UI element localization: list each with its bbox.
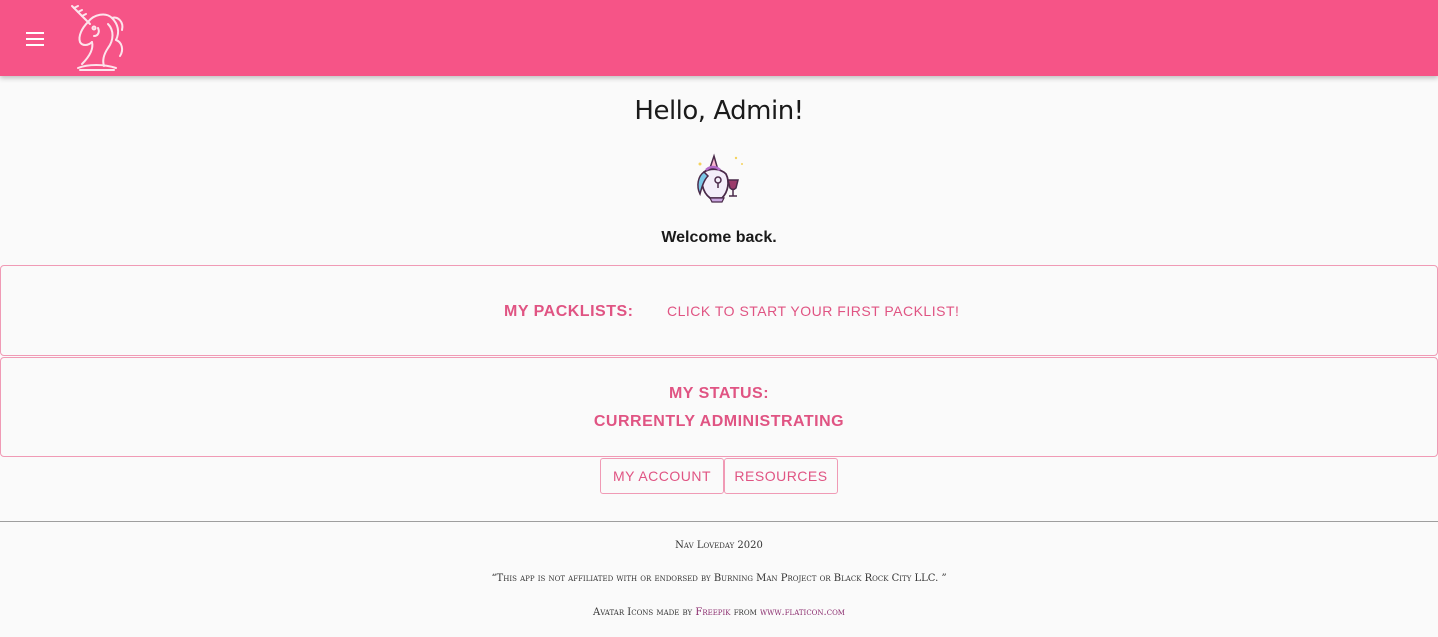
footer-divider <box>0 521 1438 522</box>
packlists-label: MY PACKLISTS: <box>504 303 634 320</box>
footer-disclaimer: “This app is not affiliated with or endo… <box>491 573 947 584</box>
app-bar <box>0 0 1438 76</box>
status-label: MY STATUS: <box>668 385 770 402</box>
page-title: Hello, Admin! <box>634 96 804 126</box>
unicorn-logo-icon[interactable] <box>64 2 128 74</box>
attribution-prefix: Avatar Icons made by <box>593 607 693 618</box>
hamburger-menu-icon[interactable] <box>20 26 50 52</box>
flaticon-link[interactable]: www.flaticon.com <box>760 607 845 618</box>
welcome-message: Welcome back. <box>661 229 777 246</box>
attribution-from: from <box>733 607 757 618</box>
start-packlist-link[interactable]: CLICK TO START YOUR FIRST PACKLIST! <box>667 303 959 319</box>
resources-button[interactable]: RESOURCES <box>724 458 838 494</box>
status-value: CURRENTLY ADMINISTRATING <box>593 413 845 430</box>
footer-attribution: Avatar Icons made by Freepik from www.fl… <box>0 607 1438 618</box>
my-account-button[interactable]: MY ACCOUNT <box>600 458 724 494</box>
footer-credit: Nav Loveday 2020 <box>675 540 763 551</box>
status-panel: MY STATUS: CURRENTLY ADMINISTRATING <box>0 357 1438 457</box>
packlists-panel: MY PACKLISTS: CLICK TO START YOUR FIRST … <box>0 265 1438 356</box>
unicorn-avatar-icon <box>697 153 743 203</box>
freepik-link[interactable]: Freepik <box>695 607 730 618</box>
